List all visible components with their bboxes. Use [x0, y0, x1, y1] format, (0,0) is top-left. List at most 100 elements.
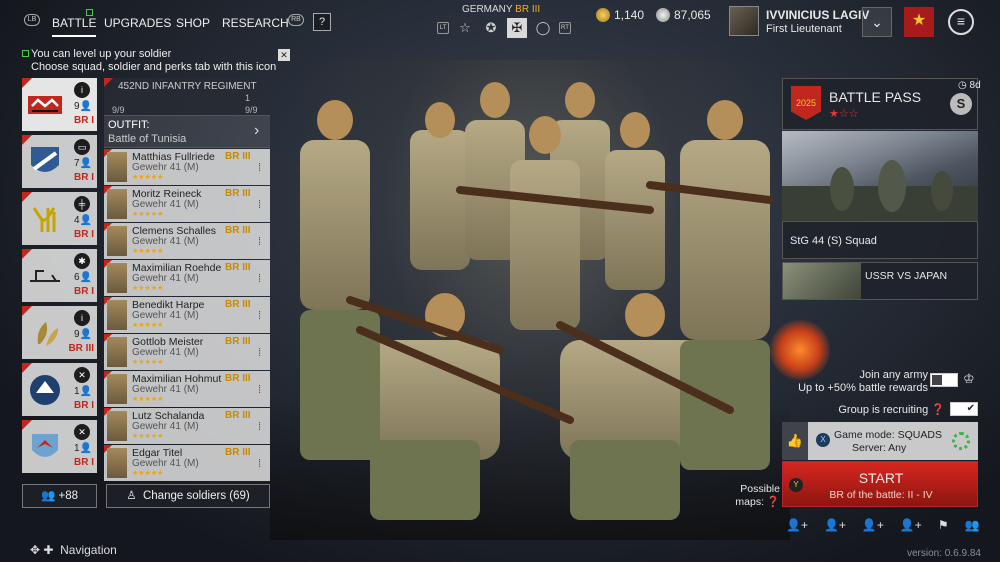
- navigation-label: Navigation: [60, 543, 117, 557]
- outfit-selector[interactable]: OUTFIT: Battle of Tunisia ›: [104, 116, 270, 148]
- recruit-count: +88: [58, 490, 79, 502]
- lb-hint: LB: [24, 14, 40, 26]
- join-any-army: Join any army Up to +50% battle rewards: [770, 369, 928, 395]
- version-label: version: 0.6.9.84: [907, 548, 981, 559]
- start-button[interactable]: Y START BR of the battle: II - IV: [782, 461, 978, 507]
- soldier-weapon: Gewehr 41 (M): [132, 273, 199, 284]
- outfit-value: Battle of Tunisia: [108, 133, 187, 145]
- notice-close-button[interactable]: ✕: [278, 49, 290, 61]
- soldier-br: BR III: [225, 410, 251, 421]
- join-any-army-toggle[interactable]: [930, 373, 958, 387]
- avatar[interactable]: [729, 6, 759, 36]
- soldier-stars: ★★★★★: [132, 174, 164, 181]
- soldier-row[interactable]: Benedikt Harpe BR III Gewehr 41 (M) ★★★★★ ⁞: [104, 297, 270, 333]
- squad-card[interactable]: ▭ 7👤 BR I: [22, 135, 97, 188]
- squad-card[interactable]: ✱ 6👤 BR I: [22, 249, 97, 302]
- soldier-row[interactable]: Matthias Fullriede BR III Gewehr 41 (M) ★★★…: [104, 149, 270, 185]
- tab-upgrades[interactable]: UPGRADES: [104, 16, 171, 30]
- soldier-row[interactable]: Lutz Schalanda BR III Gewehr 41 (M) ★★★★★ ⁞: [104, 408, 270, 444]
- soldier-row[interactable]: Edgar Titel BR III Gewehr 41 (M) ★★★★★ ⁞: [104, 445, 270, 481]
- regiment-flag: [104, 78, 113, 87]
- more-options-icon[interactable]: ⁞: [258, 347, 261, 359]
- invite-slot-icon[interactable]: 👤+: [786, 518, 808, 532]
- squad-emblem-engineer-icon: [30, 375, 60, 405]
- soldier-stars: ★★★★★: [132, 248, 164, 255]
- soldier-portrait: [107, 374, 127, 404]
- change-soldiers-button[interactable]: ♙ Change soldiers (69): [106, 484, 270, 508]
- help-icon: ❓: [928, 404, 945, 416]
- squad-card[interactable]: ✕ 1👤 BR I: [22, 420, 97, 473]
- regiment-panel: 452ND INFANTRY REGIMENT 9/9 1 9/9 OUTFIT…: [104, 78, 270, 481]
- tab-battle[interactable]: BATTLE: [52, 16, 97, 37]
- help-button[interactable]: ?: [313, 13, 331, 31]
- soldier-row[interactable]: Clemens Schalles BR III Gewehr 41 (M) ★★★★★…: [104, 223, 270, 259]
- more-options-icon[interactable]: ⁞: [258, 162, 261, 174]
- soldier-row[interactable]: Gottlob Meister BR III Gewehr 41 (M) ★★★★★ ⁞: [104, 334, 270, 370]
- tank-icon: ▭: [74, 139, 90, 155]
- soldier-weapon: Gewehr 41 (M): [132, 236, 199, 247]
- japan-sun-icon[interactable]: ◯: [533, 18, 553, 38]
- more-options-icon[interactable]: ⁞: [258, 384, 261, 396]
- featured-squad-label: StG 44 (S) Squad: [790, 235, 877, 247]
- possible-maps[interactable]: Possible maps: ❓: [730, 483, 780, 509]
- event-card[interactable]: USSR VS JAPAN: [782, 262, 978, 300]
- ussr-star-icon[interactable]: ✪: [481, 18, 501, 38]
- server-label: Server: Any: [852, 442, 907, 454]
- soldier-portrait: [107, 152, 127, 182]
- squad-size: 6👤: [74, 272, 93, 283]
- usa-star-icon[interactable]: ☆: [455, 18, 475, 38]
- info-icon: i: [74, 82, 90, 98]
- soldier-br: BR III: [225, 188, 251, 199]
- soldier-weapon: Gewehr 41 (M): [132, 347, 199, 358]
- more-options-icon[interactable]: ⁞: [258, 236, 261, 248]
- battle-pass-logo-icon: 2025: [791, 86, 821, 120]
- tab-research[interactable]: RESEARCH: [222, 16, 289, 30]
- player-rank: First Lieutenant: [766, 23, 842, 35]
- soldier-row[interactable]: Moritz Reineck BR III Gewehr 41 (M) ★★★★★ ⁞: [104, 186, 270, 222]
- squad-size: 1👤: [74, 386, 93, 397]
- battle-pass-card[interactable]: 2025 BATTLE PASS ★☆☆: [782, 78, 978, 130]
- featured-squad-image[interactable]: [782, 131, 978, 221]
- event-image: [783, 263, 861, 299]
- friends-icon[interactable]: 👥: [965, 518, 980, 532]
- squad-card[interactable]: i 9👤 BR I: [22, 78, 97, 131]
- top-bar: LB BATTLE UPGRADES SHOP RESEARCH RB ? GE…: [0, 0, 1000, 46]
- thumbs-up-icon[interactable]: 👍: [782, 422, 808, 460]
- squad-br: BR I: [74, 229, 94, 240]
- soldier-weapon: Gewehr 41 (M): [132, 199, 199, 210]
- squad-card[interactable]: ✕ 1👤 BR I: [22, 363, 97, 416]
- menu-button[interactable]: ≡: [948, 9, 974, 35]
- germany-cross-icon[interactable]: ✠: [507, 18, 527, 38]
- featured-squad-caption[interactable]: StG 44 (S) Squad: [782, 221, 978, 259]
- more-options-icon[interactable]: ⁞: [258, 310, 261, 322]
- season-badge: S: [950, 93, 972, 115]
- flag-icon[interactable]: ⚑: [938, 518, 949, 532]
- more-options-icon[interactable]: ⁞: [258, 273, 261, 285]
- invite-slot-icon[interactable]: 👤+: [900, 518, 922, 532]
- army-star-button[interactable]: ★: [904, 7, 934, 37]
- group-recruiting-toggle[interactable]: ✔: [950, 402, 978, 416]
- game-mode-panel[interactable]: 👍 X Game mode: SQUADS Server: Any: [782, 422, 978, 460]
- squad-card[interactable]: i 9👤 BR III: [22, 306, 97, 359]
- soldier-row[interactable]: Maximilian Hohmut BR III Gewehr 41 (M) ★★★★…: [104, 371, 270, 407]
- squad-emblem-oakleaf-icon: [37, 322, 58, 346]
- regiment-header: 452ND INFANTRY REGIMENT 9/9 1 9/9: [104, 78, 270, 116]
- soldiers-render: [300, 82, 774, 520]
- soldier-br: BR III: [225, 151, 251, 162]
- more-options-icon[interactable]: ⁞: [258, 421, 261, 433]
- more-options-icon[interactable]: ⁞: [258, 199, 261, 211]
- soldier-row[interactable]: Maximilian Roehde BR III Gewehr 41 (M) ★★★★…: [104, 260, 270, 296]
- group-recruiting: Group is recruiting ❓: [790, 403, 945, 416]
- invite-slot-icon[interactable]: 👤+: [824, 518, 846, 532]
- rank-chevron-button[interactable]: ⌄: [862, 7, 892, 37]
- squad-size: 7👤: [74, 158, 93, 169]
- notice-line-2: Choose squad, soldier and perks tab with…: [31, 61, 277, 73]
- tab-shop[interactable]: SHOP: [176, 16, 210, 30]
- squad-card[interactable]: ╪ 4👤 BR I: [22, 192, 97, 245]
- recruit-button[interactable]: 👥 +88: [22, 484, 97, 508]
- soldier-portrait: [107, 337, 127, 367]
- gold-balance: 1,140: [596, 8, 644, 22]
- more-options-icon[interactable]: ⁞: [258, 458, 261, 470]
- levelup-notice: You can level up your soldier Choose squ…: [22, 48, 292, 74]
- invite-slot-icon[interactable]: 👤+: [862, 518, 884, 532]
